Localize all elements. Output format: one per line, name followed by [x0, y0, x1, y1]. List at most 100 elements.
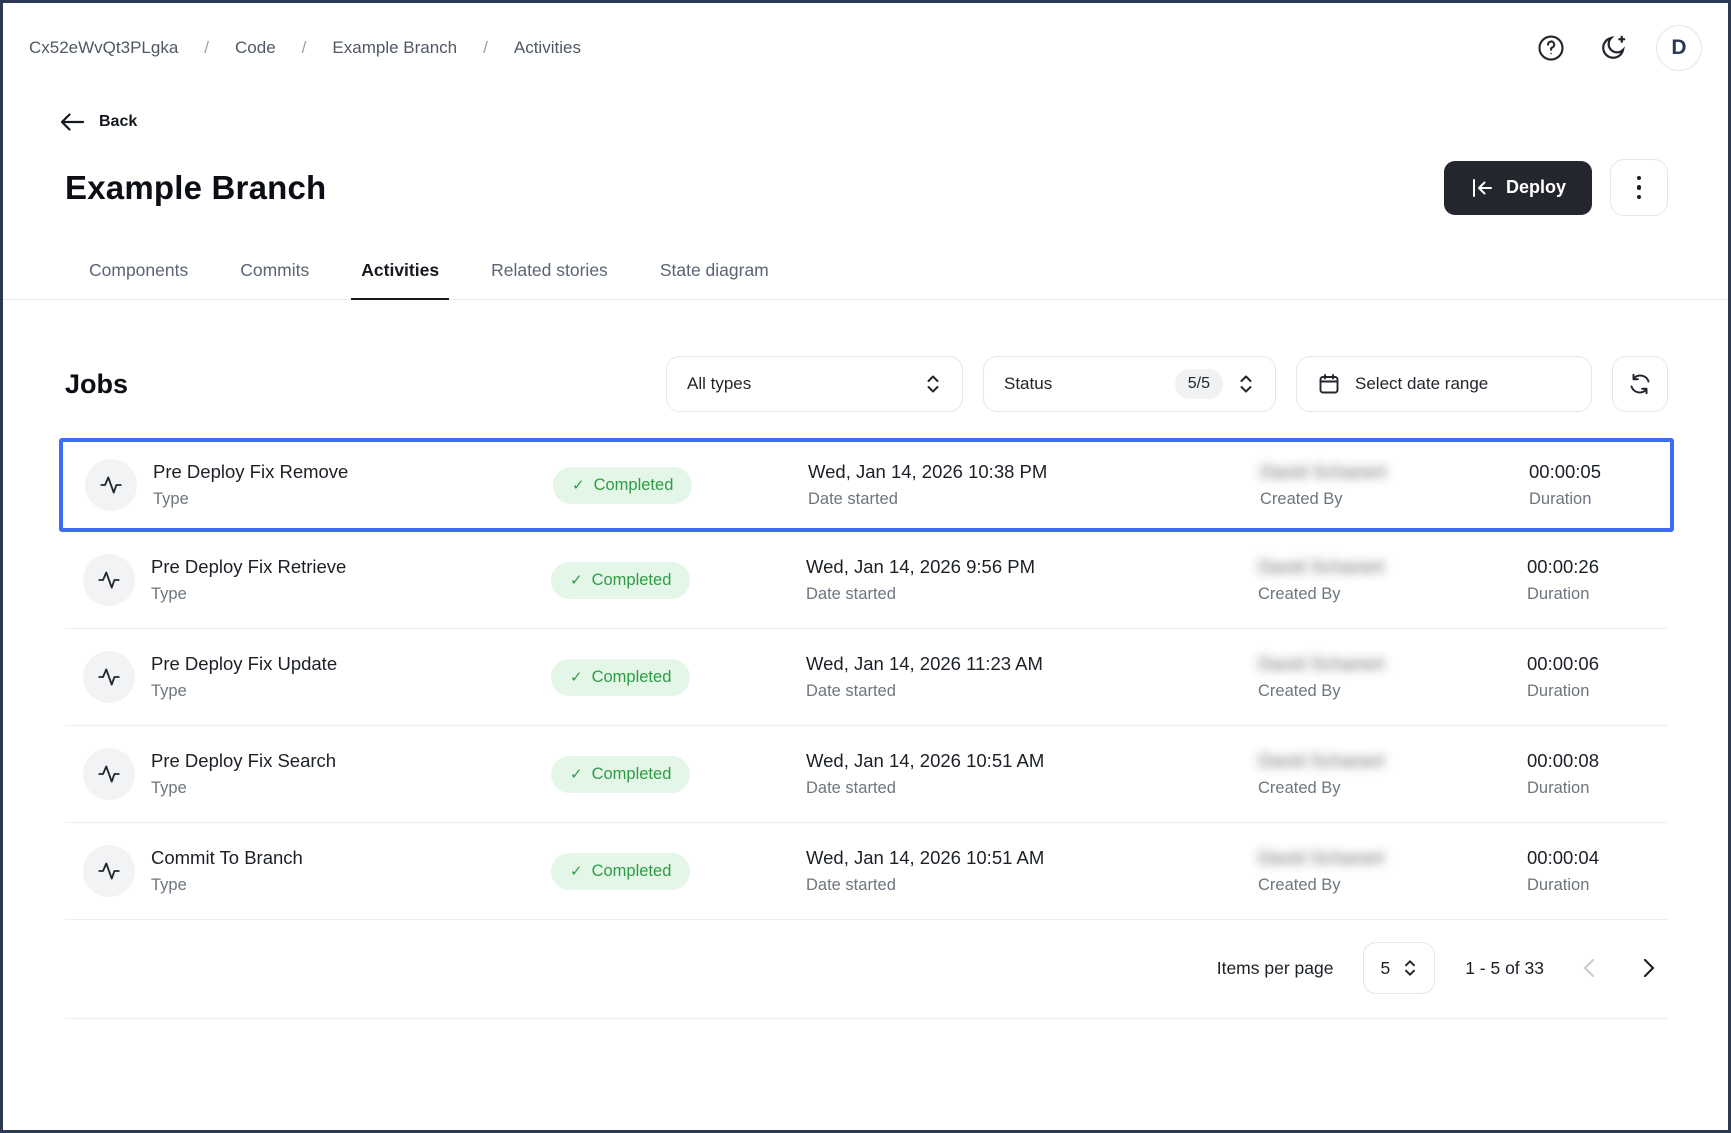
chevron-updown-icon — [1402, 958, 1418, 978]
status-badge: ✓ Completed — [551, 853, 690, 890]
job-date-started: Wed, Jan 14, 2026 9:56 PM — [806, 556, 1258, 578]
created-by-label: Created By — [1260, 490, 1525, 509]
title-row: Example Branch Deploy — [3, 133, 1728, 216]
type-filter-select[interactable]: All types — [666, 356, 963, 412]
filters: All types Status 5/5 — [666, 356, 1668, 412]
activity-icon — [83, 554, 135, 606]
check-icon: ✓ — [570, 862, 583, 880]
job-date-started: Wed, Jan 14, 2026 10:51 AM — [806, 847, 1258, 869]
refresh-icon — [1628, 372, 1652, 396]
job-date-started: Wed, Jan 14, 2026 10:51 AM — [806, 750, 1258, 772]
breadcrumb-item[interactable]: Cx52eWvQt3PLgka — [29, 38, 178, 58]
moon-plus-icon — [1598, 33, 1628, 63]
table-row[interactable]: Pre Deploy Fix Remove Type ✓ Completed W… — [59, 438, 1674, 532]
status-filter-label: Status — [1004, 374, 1052, 394]
table-row[interactable]: Pre Deploy Fix Retrieve Type ✓ Completed… — [65, 532, 1668, 629]
job-type-label: Type — [153, 490, 553, 509]
job-type-label: Type — [151, 876, 551, 895]
created-by-label: Created By — [1258, 682, 1523, 701]
help-button[interactable] — [1532, 29, 1570, 67]
table-row[interactable]: Pre Deploy Fix Update Type ✓ Completed W… — [65, 629, 1668, 726]
dark-mode-button[interactable] — [1594, 29, 1632, 67]
job-date-started: Wed, Jan 14, 2026 10:38 PM — [808, 461, 1260, 483]
breadcrumb-separator: / — [302, 38, 307, 58]
date-started-label: Date started — [806, 779, 1258, 798]
items-per-page-select[interactable]: 5 — [1363, 942, 1435, 994]
previous-page-button[interactable] — [1574, 953, 1604, 983]
table-row[interactable]: Pre Deploy Fix Search Type ✓ Completed W… — [65, 726, 1668, 823]
breadcrumb-item[interactable]: Example Branch — [332, 38, 457, 58]
deploy-label: Deploy — [1506, 177, 1566, 198]
back-label: Back — [99, 113, 137, 131]
help-icon — [1536, 33, 1566, 63]
app-window: Cx52eWvQt3PLgka/Code/Example Branch/Acti… — [0, 0, 1731, 1133]
check-icon: ✓ — [570, 571, 583, 589]
job-duration: 00:00:06 — [1527, 653, 1666, 675]
duration-label: Duration — [1527, 779, 1666, 798]
breadcrumb-separator: / — [204, 38, 209, 58]
chevron-right-icon — [1642, 957, 1656, 979]
status-count-badge: 5/5 — [1175, 369, 1223, 399]
status-badge: ✓ Completed — [551, 562, 690, 599]
next-page-button[interactable] — [1634, 953, 1664, 983]
avatar[interactable]: D — [1656, 25, 1702, 71]
created-by-blurred: David Schanert — [1258, 847, 1523, 869]
page-title: Example Branch — [65, 169, 326, 207]
created-by-blurred: David Schanert — [1258, 556, 1523, 578]
table-row[interactable]: Commit To Branch Type ✓ Completed Wed, J… — [65, 823, 1668, 920]
chevron-left-icon — [1582, 957, 1596, 979]
calendar-icon — [1317, 372, 1341, 396]
job-type-label: Type — [151, 585, 551, 604]
job-type-label: Type — [151, 779, 551, 798]
date-started-label: Date started — [806, 876, 1258, 895]
deploy-button[interactable]: Deploy — [1444, 161, 1592, 215]
activity-icon — [83, 845, 135, 897]
date-started-label: Date started — [806, 585, 1258, 604]
chevron-updown-icon — [924, 373, 942, 395]
job-name: Pre Deploy Fix Search — [151, 750, 551, 772]
date-range-picker[interactable]: Select date range — [1296, 356, 1592, 412]
tab-commits[interactable]: Commits — [238, 250, 311, 299]
type-filter-value: All types — [687, 374, 751, 394]
job-duration: 00:00:26 — [1527, 556, 1666, 578]
refresh-button[interactable] — [1612, 356, 1668, 412]
status-badge: ✓ Completed — [553, 467, 692, 504]
job-duration: 00:00:05 — [1529, 461, 1664, 483]
status-filter-select[interactable]: Status 5/5 — [983, 356, 1276, 412]
created-by-blurred: David Schanert — [1260, 461, 1525, 483]
kebab-icon — [1637, 176, 1642, 200]
activity-icon — [83, 748, 135, 800]
tab-bar: Components Commits Activities Related st… — [3, 216, 1728, 300]
check-icon: ✓ — [570, 765, 583, 783]
job-name: Pre Deploy Fix Retrieve — [151, 556, 551, 578]
job-duration: 00:00:04 — [1527, 847, 1666, 869]
tab-activities[interactable]: Activities — [359, 250, 441, 299]
date-started-label: Date started — [808, 490, 1260, 509]
pagination: Items per page 5 1 - 5 of 33 — [65, 920, 1668, 1019]
activity-icon — [83, 651, 135, 703]
tab-state-diagram[interactable]: State diagram — [658, 250, 771, 299]
more-options-button[interactable] — [1610, 159, 1668, 216]
created-by-blurred: David Schanert — [1258, 750, 1523, 772]
created-by-blurred: David Schanert — [1258, 653, 1523, 675]
tab-components[interactable]: Components — [87, 250, 190, 299]
pagination-range: 1 - 5 of 33 — [1465, 958, 1544, 979]
jobs-heading: Jobs — [65, 369, 128, 400]
back-link[interactable]: Back — [3, 89, 1728, 133]
check-icon: ✓ — [570, 668, 583, 686]
breadcrumb-item[interactable]: Code — [235, 38, 276, 58]
jobs-table: Pre Deploy Fix Remove Type ✓ Completed W… — [65, 438, 1668, 920]
created-by-label: Created By — [1258, 779, 1523, 798]
job-date-started: Wed, Jan 14, 2026 11:23 AM — [806, 653, 1258, 675]
tab-related-stories[interactable]: Related stories — [489, 250, 610, 299]
duration-label: Duration — [1529, 490, 1664, 509]
job-name: Pre Deploy Fix Remove — [153, 461, 553, 483]
duration-label: Duration — [1527, 585, 1666, 604]
status-badge: ✓ Completed — [551, 756, 690, 793]
chevron-updown-icon — [1237, 373, 1255, 395]
breadcrumb-item: Activities — [514, 38, 581, 58]
job-duration: 00:00:08 — [1527, 750, 1666, 772]
created-by-label: Created By — [1258, 585, 1523, 604]
items-per-page-value: 5 — [1380, 958, 1390, 979]
status-badge: ✓ Completed — [551, 659, 690, 696]
